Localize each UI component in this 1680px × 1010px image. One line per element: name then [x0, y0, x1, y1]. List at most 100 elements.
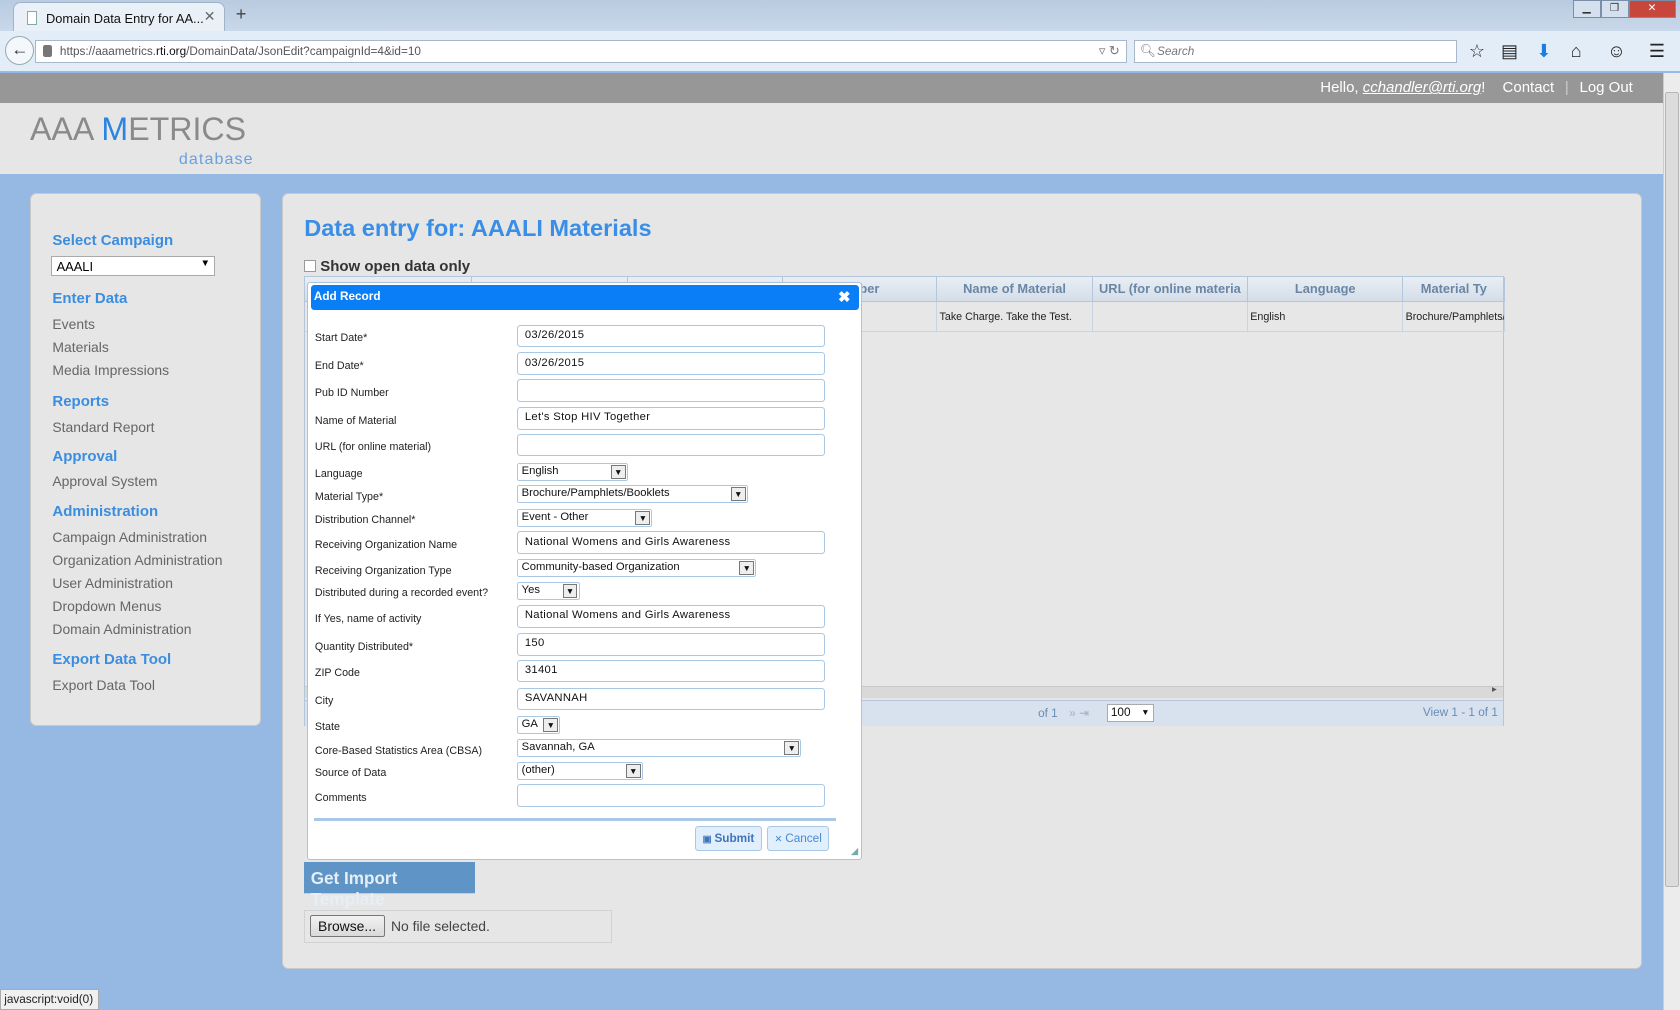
submit-button[interactable]: ▣ Submit: [695, 825, 762, 851]
grid-cell: [1092, 302, 1249, 333]
chevron-down-icon: ▼: [543, 717, 559, 732]
select-campaign-heading: Select Campaign: [52, 232, 174, 250]
excl: !: [1481, 79, 1486, 97]
get-import-template-button[interactable]: Get Import Template: [304, 862, 475, 909]
status-bar: javascript:void(0): [0, 988, 99, 1010]
receiving-organization-type-select[interactable]: Community-based Organization ▼: [517, 559, 757, 578]
sidebar-item[interactable]: Approval System: [52, 473, 157, 489]
field-label: City: [314, 695, 334, 708]
dialog-divider: [313, 818, 836, 821]
grid-column-header[interactable]: Name of Material: [937, 277, 1093, 303]
chevron-down-icon: ▼: [739, 561, 755, 576]
close-icon[interactable]: ✖: [838, 288, 851, 306]
sidebar-item[interactable]: Events: [52, 316, 95, 332]
sidebar-item[interactable]: Domain Administration: [52, 621, 191, 637]
download-icon[interactable]: ⬇: [1536, 41, 1551, 62]
url-domain: rti.org: [156, 44, 187, 58]
file-upload: Browse... No file selected.: [304, 909, 612, 943]
lock-icon: [42, 44, 53, 57]
name-of-material-input[interactable]: Let's Stop HIV Together: [517, 407, 825, 430]
field-label: Name of Material: [314, 414, 397, 427]
resize-handle-icon[interactable]: ◢: [851, 846, 858, 857]
grid-column-header[interactable]: Language: [1248, 277, 1404, 303]
sidebar-item[interactable]: Organization Administration: [52, 552, 222, 568]
home-icon[interactable]: ⌂: [1571, 41, 1582, 62]
maximize-button[interactable]: ❐: [1600, 0, 1629, 19]
sidebar-item[interactable]: Standard Report: [52, 419, 154, 435]
if-yes-name-of-activity-input[interactable]: National Womens and Girls Awareness: [517, 605, 825, 628]
dialog-titlebar[interactable]: Add Record ✖: [310, 284, 860, 310]
zip-code-input[interactable]: 31401: [517, 659, 825, 683]
page-size-select[interactable]: 100 ▼: [1106, 703, 1154, 722]
page-size-value: 100: [1110, 705, 1131, 719]
field-label: Pub ID Number: [314, 386, 389, 399]
sidebar-heading: Reports: [52, 393, 110, 411]
receiving-organization-name-input[interactable]: National Womens and Girls Awareness: [517, 531, 825, 554]
sidebar-item[interactable]: User Administration: [52, 575, 173, 591]
material-type-select[interactable]: Brochure/Pamphlets/Booklets ▼: [517, 485, 748, 504]
url-for-online-material-input[interactable]: [517, 433, 825, 457]
reading-list-icon[interactable]: ▤: [1501, 41, 1518, 62]
hello-text: Hello,: [1320, 79, 1363, 97]
url-bar[interactable]: https://aaametrics.rti.org/DomainData/Js…: [35, 39, 1128, 64]
reload-icon[interactable]: ▿ ↻: [1099, 43, 1120, 59]
field-label: Language: [314, 468, 363, 481]
contact-link[interactable]: Contact: [1503, 79, 1555, 96]
distribution-channel-value: Event - Other: [521, 510, 589, 523]
sidebar-heading: Administration: [52, 503, 159, 521]
show-open-label: Show open data only: [320, 258, 471, 276]
field-label: Quantity Distributed*: [314, 640, 414, 653]
chevron-down-icon: ▼: [730, 487, 746, 502]
menu-icon[interactable]: ☰: [1649, 41, 1665, 62]
quantity-distributed-input[interactable]: 150: [517, 633, 825, 656]
close-tab-icon[interactable]: ✕: [204, 8, 216, 25]
core-based-statistics-area-cbsa-select[interactable]: Savannah, GA ▼: [517, 739, 802, 758]
source-of-data-value: (other): [521, 763, 555, 776]
field-label: Receiving Organization Type: [314, 564, 452, 577]
start-date-input[interactable]: 03/26/2015: [517, 324, 825, 348]
next-page-icon[interactable]: » ⇥: [1069, 706, 1089, 720]
checkbox[interactable]: [304, 260, 316, 273]
distribution-channel-select[interactable]: Event - Other ▼: [517, 508, 653, 528]
scrollbar-thumb[interactable]: [1664, 92, 1679, 888]
chat-icon[interactable]: ☺: [1607, 41, 1626, 62]
user-link[interactable]: cchandler@rti.org: [1363, 79, 1482, 96]
core-based-statistics-area-cbsa-value: Savannah, GA: [521, 741, 595, 754]
language-select[interactable]: English ▼: [517, 462, 628, 481]
chevron-down-icon: ▼: [635, 510, 651, 525]
pub-id-number-input[interactable]: [517, 379, 825, 402]
source-of-data-select[interactable]: (other) ▼: [517, 761, 643, 780]
distributed-during-a-recorded-event-value: Yes: [521, 583, 540, 596]
minimize-button[interactable]: ▁: [1572, 0, 1601, 19]
distributed-during-a-recorded-event-select[interactable]: Yes ▼: [517, 581, 580, 600]
vertical-scrollbar[interactable]: [1662, 72, 1680, 1010]
grid-column-header[interactable]: Material Ty: [1403, 277, 1506, 303]
show-open-checkbox[interactable]: Show open data only: [304, 258, 470, 275]
bookmark-star-icon[interactable]: ☆: [1469, 41, 1485, 62]
grid-column-header[interactable]: URL (for online materia: [1093, 277, 1249, 303]
city-input[interactable]: SAVANNAH: [517, 687, 825, 711]
logo-subtitle: database: [178, 149, 254, 168]
end-date-input[interactable]: 03/26/2015: [517, 352, 825, 375]
grid-cell: Brochure/Pamphlets/: [1403, 302, 1506, 333]
sidebar-item[interactable]: Export Data Tool: [52, 677, 155, 693]
new-tab-button[interactable]: +: [236, 4, 247, 25]
browser-tab[interactable]: Domain Data Entry for AA... ✕: [12, 2, 225, 32]
browse-button[interactable]: Browse...: [309, 914, 385, 938]
search-input[interactable]: 🔍︎ Search: [1133, 39, 1458, 64]
sidebar-item[interactable]: Media Impressions: [52, 362, 169, 378]
field-label: Distribution Channel*: [314, 514, 416, 527]
state-select[interactable]: GA ▼: [517, 715, 561, 734]
field-label: Comments: [314, 791, 367, 804]
comments-input[interactable]: [517, 784, 825, 807]
sidebar-item[interactable]: Campaign Administration: [52, 529, 207, 545]
close-window-button[interactable]: ✕: [1628, 0, 1676, 19]
chevron-down-icon: ▼: [625, 763, 641, 778]
sidebar-item[interactable]: Dropdown Menus: [52, 598, 161, 614]
tab-bar: Domain Data Entry for AA... ✕ + ▁ ❐ ✕: [0, 0, 1680, 32]
sidebar-item[interactable]: Materials: [52, 339, 108, 355]
logout-link[interactable]: Log Out: [1580, 79, 1633, 96]
search-icon: 🔍︎: [1139, 42, 1157, 58]
cancel-button[interactable]: ✕ Cancel: [767, 825, 830, 851]
campaign-select[interactable]: AAALI ▼: [51, 255, 216, 277]
